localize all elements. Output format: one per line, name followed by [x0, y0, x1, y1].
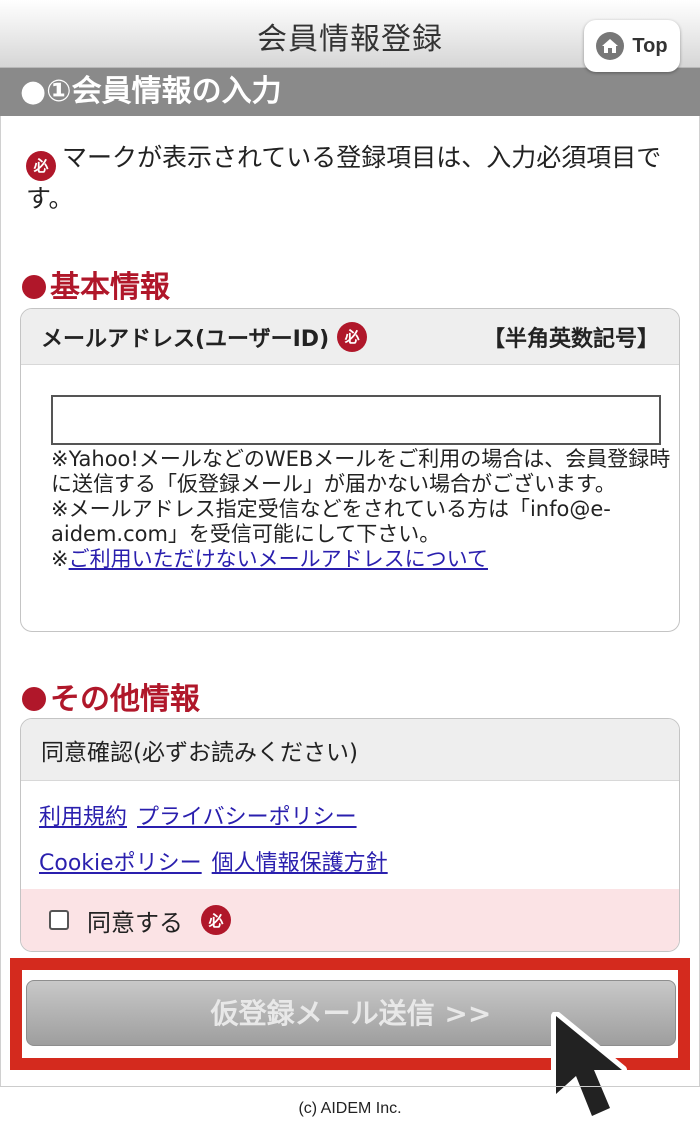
required-notice-text: マークが表示されている登録項目は、入力必須項目です。 [26, 143, 662, 213]
terms-link[interactable]: 利用規約 [39, 805, 127, 830]
basic-info-title: 基本情報 [50, 270, 170, 305]
email-input[interactable] [51, 395, 661, 445]
home-icon [596, 32, 625, 60]
email-note-1: ※Yahoo!メールなどのWEBメールをご利用の場合は、会員登録時に送信する「仮… [51, 447, 671, 496]
agree-checkbox[interactable] [49, 910, 69, 930]
left-border [0, 116, 1, 1086]
footer-divider [0, 1086, 700, 1087]
top-button-label: Top [632, 34, 668, 57]
copyright: (c) AIDEM Inc. [298, 1100, 402, 1117]
consent-box: 同意確認(必ずお読みください) 利用規約 プライバシーポリシー Cookieポリシ… [20, 718, 680, 952]
format-hint: 【半角英数記号】 [482, 326, 659, 352]
section-title-bar: ●①会員情報の入力 [0, 68, 700, 116]
cookie-policy-link[interactable]: Cookieポリシー [39, 851, 202, 876]
bullet-icon [22, 275, 46, 299]
email-label: メールアドレス(ユーザーID) [41, 326, 330, 352]
email-note-prefix: ※ [51, 547, 69, 571]
consent-links-row-2: Cookieポリシー 個人情報保護方針 [39, 845, 398, 877]
bullet-icon [22, 687, 46, 711]
email-notes: ※Yahoo!メールなどのWEBメールをご利用の場合は、会員登録時に送信する「仮… [51, 447, 671, 572]
email-note-2: ※メールアドレス指定受信などをされている方は「info@e-aidem.com」… [51, 497, 611, 546]
required-mark-icon: 必 [337, 321, 368, 352]
email-field-header: メールアドレス(ユーザーID) 必 【半角英数記号】 [21, 309, 679, 365]
privacy-policy-link[interactable]: プライバシーポリシー [137, 805, 357, 830]
required-notice: 必マークが表示されている登録項目は、入力必須項目です。 [26, 140, 666, 217]
personal-info-policy-link[interactable]: 個人情報保護方針 [212, 851, 388, 876]
other-info-heading: その他情報 [22, 674, 200, 718]
consent-links-row-1: 利用規約 プライバシーポリシー [39, 799, 367, 831]
basic-info-heading: 基本情報 [22, 262, 170, 306]
basic-info-box: メールアドレス(ユーザーID) 必 【半角英数記号】 ※Yahoo!メールなどの… [20, 308, 680, 632]
top-button[interactable]: Top [584, 20, 680, 72]
unusable-email-link[interactable]: ご利用いただけないメールアドレスについて [69, 547, 488, 571]
agree-row: 同意する 必 [21, 889, 679, 951]
agree-label[interactable]: 同意する [87, 903, 183, 938]
other-info-title: その他情報 [50, 682, 200, 717]
consent-header: 同意確認(必ずお読みください) [21, 719, 679, 781]
required-mark-icon: 必 [26, 151, 56, 181]
required-mark-icon: 必 [201, 905, 231, 935]
